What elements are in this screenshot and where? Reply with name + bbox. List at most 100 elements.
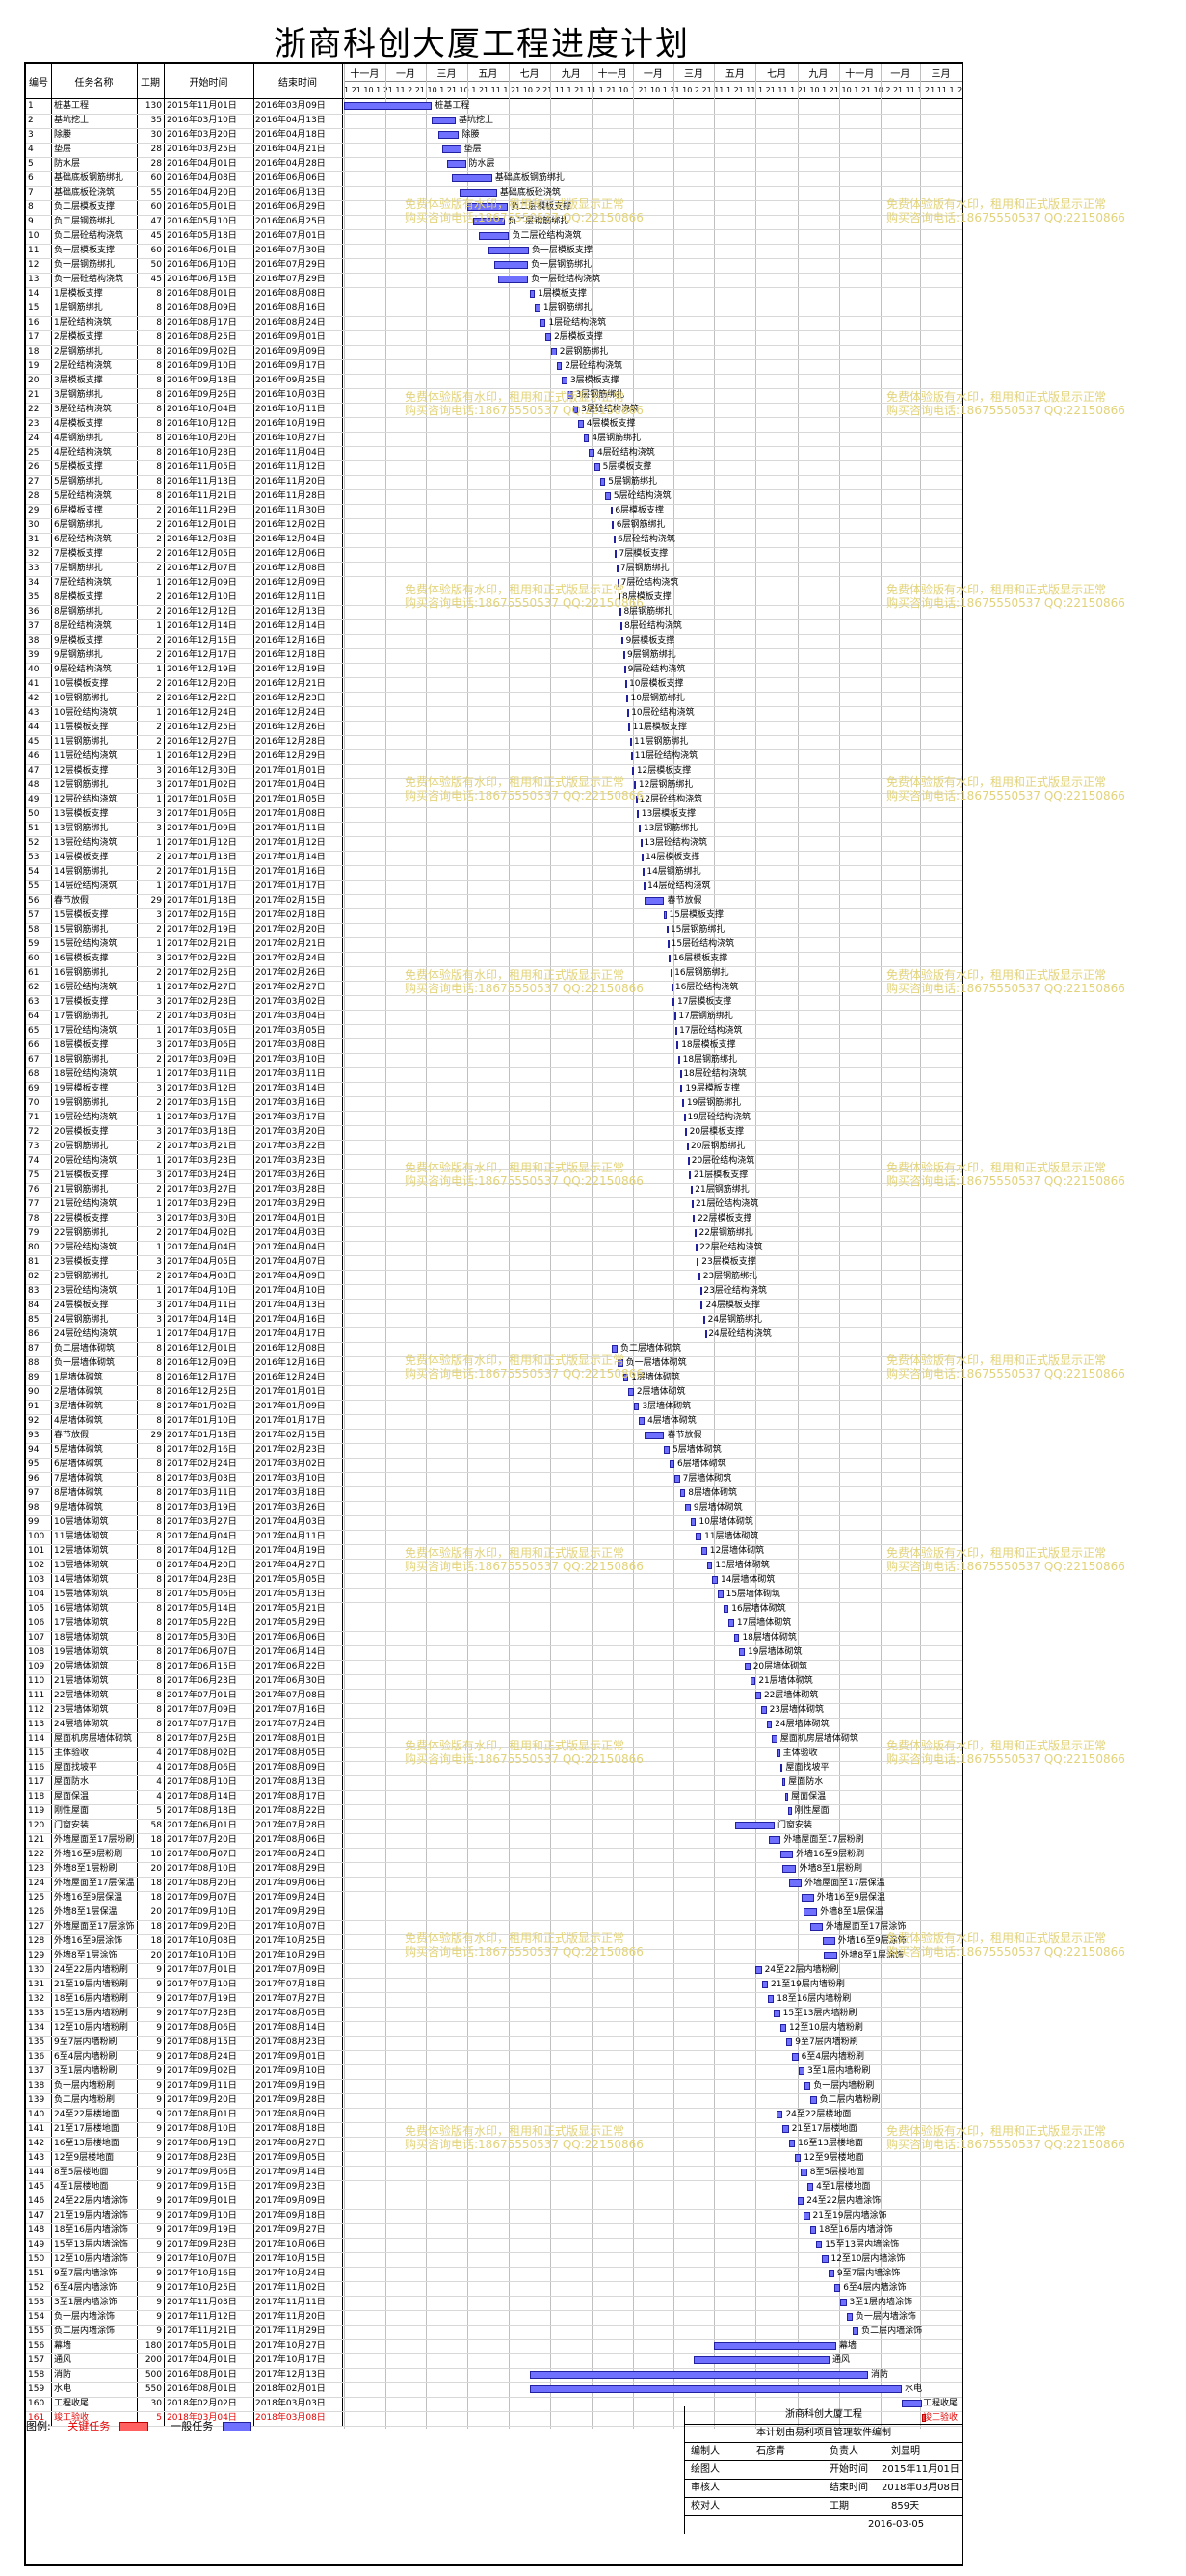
gantt-bar[interactable] [683, 1114, 686, 1121]
gantt-bar[interactable] [780, 1851, 793, 1858]
table-row[interactable]: 18 2层钢筋绑扎 8 2016年09月02日 2016年09月09日 2层钢筋绑扎 [26, 345, 962, 360]
gantt-bar[interactable] [692, 1215, 696, 1222]
gantt-bar[interactable] [810, 2096, 817, 2104]
gantt-bar[interactable] [782, 1778, 786, 1786]
gantt-bar[interactable] [535, 304, 540, 312]
table-row[interactable]: 122 外墙16至9层粉刷 18 2017年08月07日 2017年08月24日 外墙16… [26, 1848, 962, 1863]
gantt-bar[interactable] [642, 868, 645, 876]
table-row[interactable]: 73 20层钢筋绑扎 2 2017年03月21日 2017年03月22日 20层钢筋绑扎 [26, 1140, 962, 1155]
table-row[interactable]: 139 负二层内墙粉刷 9 2017年09月20日 2017年09月28日 负二层内墙粉刷 [26, 2093, 962, 2109]
gantt-bar[interactable] [804, 1908, 818, 1916]
gantt-bar[interactable] [460, 189, 497, 197]
gantt-bar[interactable] [494, 261, 529, 269]
gantt-bar[interactable] [698, 1273, 701, 1280]
gantt-bar[interactable] [810, 1923, 823, 1931]
gantt-bar[interactable] [672, 998, 674, 1006]
gantt-bar[interactable] [701, 1547, 707, 1555]
gantt-bar[interactable] [497, 276, 529, 283]
gantt-bar[interactable] [712, 1576, 718, 1584]
table-row[interactable]: 57 15层模板支撑 3 2017年02月16日 2017年02月18日 15层模板支撑 [26, 908, 962, 924]
table-row[interactable]: 56 春节放假 29 2017年01月18日 2017年02月15日 春节放假 [26, 894, 962, 909]
gantt-bar[interactable] [685, 1504, 691, 1511]
gantt-bar[interactable] [833, 2284, 841, 2292]
gantt-bar[interactable] [667, 940, 670, 948]
gantt-bar[interactable] [739, 1648, 746, 1656]
table-row[interactable]: 118 屋面保温 4 2017年08月14日 2017年08月17日 屋面保温 [26, 1790, 962, 1805]
table-row[interactable]: 65 17层砼结构浇筑 1 2017年03月05日 2017年03月05日 17层砼结构浇… [26, 1024, 962, 1039]
table-row[interactable]: 112 23层墙体砌筑 8 2017年07月09日 2017年07月16日 23层墙体砌筑 [26, 1703, 962, 1719]
gantt-bar[interactable] [672, 984, 674, 991]
gantt-bar[interactable] [750, 1677, 756, 1685]
gantt-bar[interactable] [788, 2140, 796, 2147]
table-row[interactable]: 125 外墙16至9层保温 18 2017年09月07日 2017年09月24日 外墙16… [26, 1891, 962, 1906]
gantt-bar[interactable] [695, 1229, 698, 1237]
table-row[interactable]: 5 防水层 28 2016年04月01日 2016年04月28日 防水层 [26, 157, 962, 172]
gantt-bar[interactable] [702, 1316, 705, 1324]
table-row[interactable]: 4 垫层 28 2016年03月25日 2016年04月21日 垫层 [26, 143, 962, 158]
table-row[interactable]: 159 水电 550 2016年08月01日 2018年02月01日 水电 [26, 2382, 962, 2398]
gantt-bar[interactable] [761, 1981, 768, 1988]
table-row[interactable]: 70 19层钢筋绑扎 2 2017年03月15日 2017年03月16日 19层钢筋绑扎 [26, 1096, 962, 1112]
table-row[interactable]: 78 22层模板支撑 3 2017年03月30日 2017年04月01日 22层模板支撑 [26, 1212, 962, 1227]
gantt-bar[interactable] [666, 926, 669, 933]
gantt-bar[interactable] [684, 1128, 687, 1136]
table-row[interactable]: 69 19层模板支撑 3 2017年03月12日 2017年03月14日 19层模板支撑 [26, 1082, 962, 1097]
gantt-bar[interactable] [852, 2327, 859, 2335]
gantt-bar[interactable] [760, 1706, 767, 1714]
gantt-bar[interactable] [641, 854, 644, 861]
gantt-bar[interactable] [432, 117, 456, 124]
table-row[interactable]: 121 外墙屋面至17层粉刷 18 2017年07月20日 2017年08月06日 外墙屋… [26, 1833, 962, 1849]
table-row[interactable]: 144 8至5层楼地面 9 2017年09月06日 2017年09月14日 8至5层楼地面 [26, 2166, 962, 2181]
gantt-bar[interactable] [640, 839, 643, 847]
gantt-bar[interactable] [792, 2053, 799, 2061]
gantt-bar[interactable] [840, 2299, 847, 2306]
gantt-bar[interactable] [797, 2197, 804, 2205]
gantt-bar[interactable] [529, 2385, 903, 2393]
gantt-bar[interactable] [605, 492, 611, 500]
table-row[interactable]: 32 7层模板支撑 2 2016年12月05日 2016年12月06日 7层模板支撑 [26, 547, 962, 563]
table-row[interactable]: 68 18层砼结构浇筑 1 2017年03月11日 2017年03月11日 18层砼结构浇… [26, 1067, 962, 1083]
table-row[interactable]: 146 24至22层内墙涂饰 9 2017年09月01日 2017年09月09日 24至2… [26, 2195, 962, 2210]
gantt-bar[interactable] [626, 695, 629, 702]
gantt-bar[interactable] [624, 680, 627, 688]
table-row[interactable]: 97 8层墙体砌筑 8 2017年03月11日 2017年03月18日 8层墙体砌筑 [26, 1486, 962, 1502]
gantt-bar[interactable] [636, 810, 639, 818]
table-row[interactable]: 43 10层砼结构浇筑 1 2016年12月24日 2016年12月24日 10层砼结构浇… [26, 706, 962, 722]
gantt-bar[interactable] [545, 333, 552, 341]
table-row[interactable]: 154 负一层内墙涂饰 9 2017年11月12日 2017年11月20日 负一层内墙涂饰 [26, 2310, 962, 2326]
gantt-bar[interactable] [735, 1822, 775, 1829]
gantt-bar[interactable] [451, 174, 492, 182]
gantt-bar[interactable] [664, 911, 667, 919]
table-row[interactable]: 156 幕墙 180 2017年05月01日 2017年10月27日 幕墙 [26, 2339, 962, 2354]
gantt-bar[interactable] [628, 1388, 634, 1396]
gantt-bar[interactable] [733, 1634, 740, 1642]
table-row[interactable]: 83 23层砼结构浇筑 1 2017年04月10日 2017年04月10日 23层砼结构浇… [26, 1284, 962, 1300]
table-row[interactable]: 12 负一层钢筋绑扎 50 2016年06月10日 2016年07月29日 负一层钢筋绑扎 [26, 258, 962, 274]
gantt-bar[interactable] [628, 723, 631, 731]
table-row[interactable]: 25 4层砼结构浇筑 8 2016年10月28日 2016年11月04日 4层砼结构浇筑 [26, 446, 962, 461]
table-row[interactable]: 104 15层墙体砌筑 8 2017年05月06日 2017年05月13日 15层墙体砌筑 [26, 1588, 962, 1603]
gantt-bar[interactable] [645, 1432, 665, 1439]
gantt-bar[interactable] [589, 449, 595, 457]
gantt-bar[interactable] [795, 2154, 802, 2162]
table-row[interactable]: 155 负二层内墙涂饰 9 2017年11月21日 2017年11月29日 负二层内墙涂饰 [26, 2325, 962, 2340]
table-row[interactable]: 33 7层钢筋绑扎 2 2016年12月07日 2016年12月08日 7层钢筋绑扎 [26, 562, 962, 577]
gantt-bar[interactable] [822, 1937, 835, 1945]
table-row[interactable]: 93 春节放假 29 2017年01月18日 2017年02月15日 春节放假 [26, 1429, 962, 1444]
table-row[interactable]: 46 11层砼结构浇筑 1 2016年12月29日 2016年12月29日 11层砼结构浇… [26, 749, 962, 765]
gantt-bar[interactable] [529, 2371, 868, 2379]
table-row[interactable]: 63 17层模板支撑 3 2017年02月28日 2017年03月02日 17层模板支撑 [26, 995, 962, 1011]
table-row[interactable]: 50 13层模板支撑 3 2017年01月06日 2017年01月08日 13层模板支撑 [26, 807, 962, 823]
table-row[interactable]: 27 5层钢筋绑扎 8 2016年11月13日 2016年11月20日 5层钢筋绑扎 [26, 475, 962, 490]
table-row[interactable]: 109 20层墙体砌筑 8 2017年06月15日 2017年06月22日 20层墙体砌筑 [26, 1660, 962, 1675]
table-row[interactable]: 37 8层砼结构浇筑 1 2016年12月14日 2016年12月14日 8层砼结构浇筑 [26, 619, 962, 635]
table-row[interactable]: 67 18层钢筋绑扎 2 2017年03月09日 2017年03月10日 18层钢筋绑扎 [26, 1053, 962, 1068]
gantt-bar[interactable] [679, 1489, 686, 1497]
gantt-bar[interactable] [670, 969, 672, 977]
table-row[interactable]: 108 19层墙体砌筑 8 2017年06月07日 2017年06月14日 19层墙体砌筑 [26, 1645, 962, 1661]
gantt-bar[interactable] [638, 825, 641, 832]
gantt-bar[interactable] [696, 1244, 698, 1251]
table-row[interactable]: 120 门窗安装 58 2017年06月01日 2017年07月28日 门窗安装 [26, 1819, 962, 1834]
gantt-bar[interactable] [664, 1446, 671, 1454]
gantt-bar[interactable] [645, 897, 665, 905]
